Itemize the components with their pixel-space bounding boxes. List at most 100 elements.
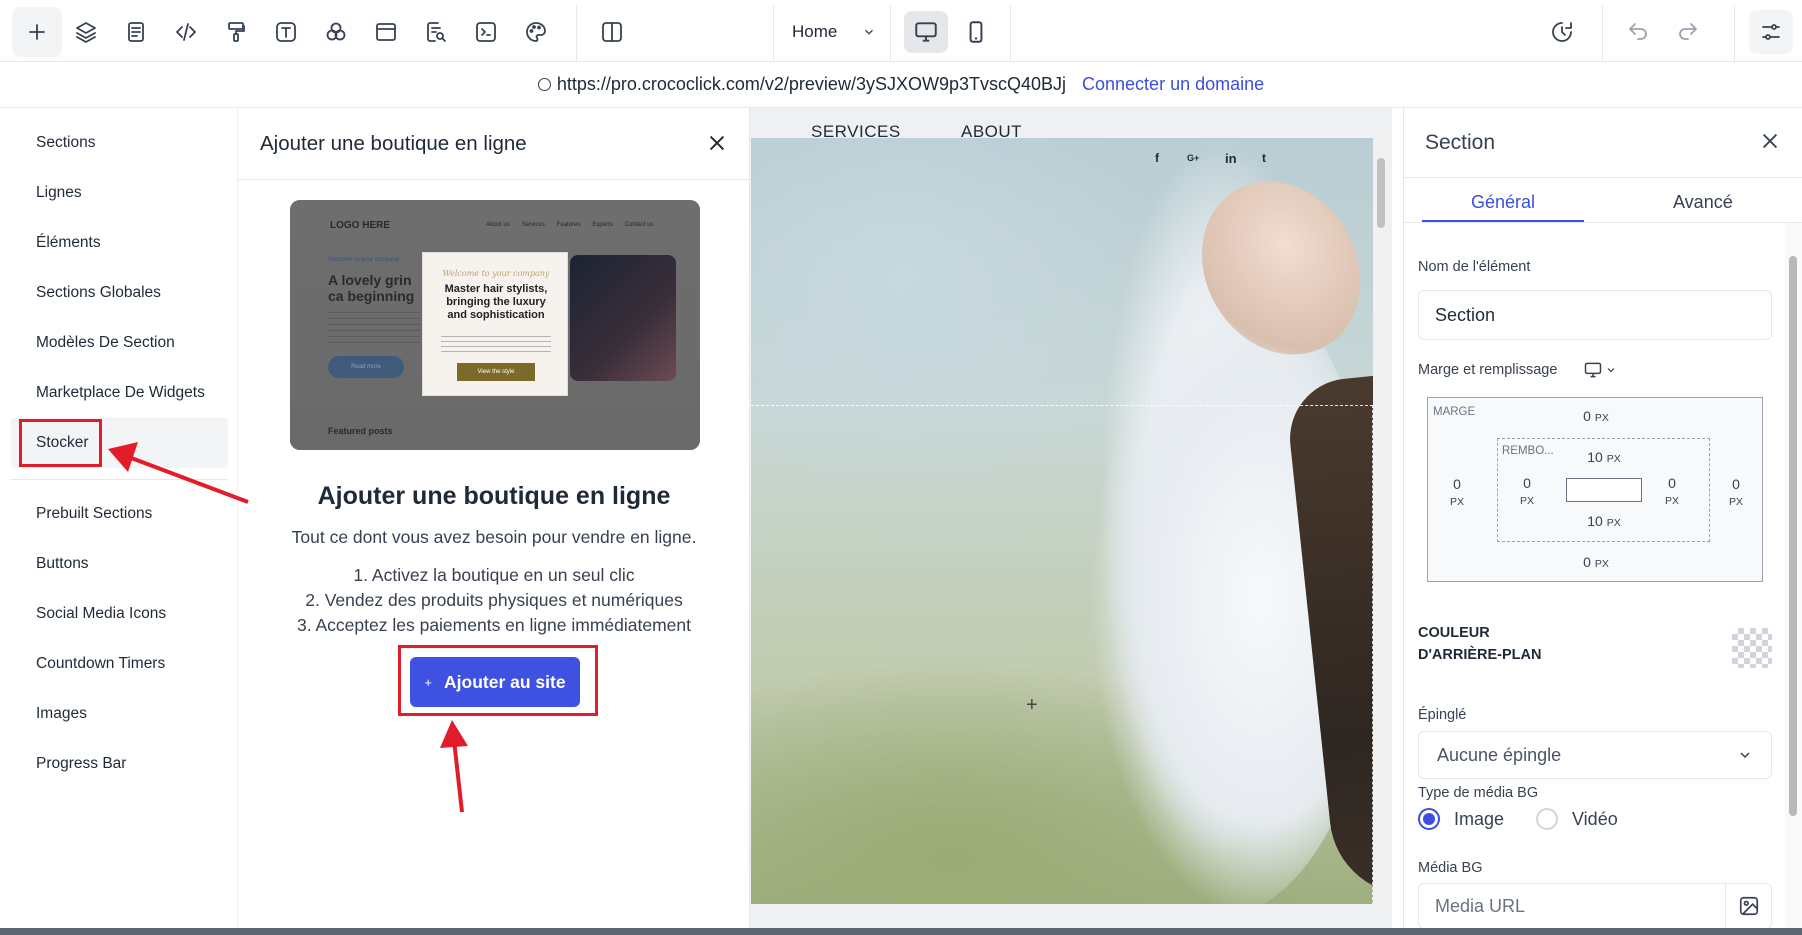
close-icon[interactable] xyxy=(706,132,728,154)
twitter-icon[interactable]: t xyxy=(1262,151,1266,165)
sidebar-item-progress-bar[interactable]: Progress Bar xyxy=(36,755,126,773)
pinned-select-value: Aucune épingle xyxy=(1437,744,1562,765)
panel-header: Ajouter une boutique en ligne xyxy=(238,108,750,180)
sidebar-item-rows[interactable]: Lignes xyxy=(36,184,82,202)
add-icon[interactable] xyxy=(12,7,62,57)
browser-icon[interactable] xyxy=(368,14,404,50)
toolbar-divider xyxy=(773,5,774,61)
preview-url[interactable]: https://pro.crococlick.com/v2/preview/3y… xyxy=(557,74,1066,95)
sidebar-item-social-media-icons[interactable]: Social Media Icons xyxy=(36,605,166,623)
margin-bottom-value[interactable]: 0 PX xyxy=(1566,554,1626,570)
pinned-select[interactable]: Aucune épingle xyxy=(1418,731,1772,779)
settings-header: Section xyxy=(1404,108,1802,178)
padding-left-value[interactable]: 0 PX xyxy=(1512,475,1542,509)
palette-icon[interactable] xyxy=(518,14,554,50)
media-type-image-radio[interactable]: Image xyxy=(1418,808,1504,830)
crosshair-cursor-icon: + xyxy=(1026,694,1038,716)
settings-sliders-icon[interactable] xyxy=(1749,10,1793,54)
sidebar-item-buttons[interactable]: Buttons xyxy=(36,555,89,573)
close-icon[interactable] xyxy=(1759,130,1781,152)
paint-roller-icon[interactable] xyxy=(218,14,254,50)
sidebar-item-elements[interactable]: Éléments xyxy=(36,234,101,252)
split-view-icon[interactable] xyxy=(594,14,630,50)
google-plus-icon[interactable]: G+ xyxy=(1187,153,1199,163)
pinned-label: Épinglé xyxy=(1418,707,1467,723)
tab-general[interactable]: Général xyxy=(1471,192,1535,213)
text-icon[interactable] xyxy=(268,14,304,50)
padding-bottom-value[interactable]: 10 PX xyxy=(1574,513,1634,529)
facebook-icon[interactable]: f xyxy=(1155,151,1159,165)
editor-canvas[interactable]: SERVICES ABOUT f G+ in t + xyxy=(750,108,1392,928)
sidebar-item-prebuilt-sections[interactable]: Prebuilt Sections xyxy=(36,505,152,523)
margin-top-value[interactable]: 0 PX xyxy=(1566,408,1626,424)
sidebar-item-section-templates[interactable]: Modèles De Section xyxy=(36,334,175,352)
annotation-box-store xyxy=(19,419,102,467)
annotation-box-add-button xyxy=(398,645,598,716)
status-circle-icon xyxy=(537,78,551,91)
search-doc-icon[interactable] xyxy=(418,14,454,50)
preview-read-more: Read more xyxy=(328,356,404,378)
canvas-scrollbar-thumb[interactable] xyxy=(1377,158,1385,228)
chevron-down-icon xyxy=(1607,368,1615,373)
sidebar-item-global-sections[interactable]: Sections Globales xyxy=(36,284,161,302)
spacing-box-model: MARGE 0 PX 0 PX 0 PX 0 PX REMBO... 10 PX 1… xyxy=(1427,397,1763,582)
margin-left-value[interactable]: 0 PX xyxy=(1442,476,1472,510)
preview-body-lines xyxy=(328,312,420,346)
canvas-scrollbar[interactable] xyxy=(1373,128,1389,908)
page-select[interactable]: Home xyxy=(778,16,890,48)
connect-domain-link[interactable]: Connecter un domaine xyxy=(1082,74,1264,95)
preview-photo xyxy=(570,255,676,381)
sidebar-item-images[interactable]: Images xyxy=(36,705,87,723)
store-preview-image: LOGO HERE About us Services Features Exp… xyxy=(290,200,700,450)
element-name-label: Nom de l'élément xyxy=(1418,259,1531,275)
media-url-input[interactable]: Media URL xyxy=(1418,883,1772,929)
sidebar-item-widget-marketplace[interactable]: Marketplace De Widgets xyxy=(36,384,205,402)
store-step: 1. Activez la boutique en un seul clic xyxy=(353,565,635,585)
preview-headline: A lovely grin ca beginning xyxy=(328,272,415,304)
preview-popup-body xyxy=(441,336,551,352)
layers-icon[interactable] xyxy=(68,14,104,50)
undo-icon[interactable] xyxy=(1620,14,1656,50)
taskbar-strip xyxy=(0,928,1802,935)
padding-top-value[interactable]: 10 PX xyxy=(1574,449,1634,465)
device-spacing-toggle[interactable] xyxy=(1583,360,1617,380)
mobile-view-button[interactable] xyxy=(954,11,998,53)
redo-icon[interactable] xyxy=(1670,14,1706,50)
mobile-icon xyxy=(969,21,983,43)
padding-label: REMBO... xyxy=(1502,445,1554,457)
padding-right-value[interactable]: 0 PX xyxy=(1657,475,1687,509)
page-icon[interactable] xyxy=(118,14,154,50)
preview-nav-item: Features xyxy=(556,222,581,228)
site-nav-about[interactable]: ABOUT xyxy=(961,122,1022,142)
site-nav-services[interactable]: SERVICES xyxy=(811,122,901,142)
preview-popup-button: View the style xyxy=(457,363,535,381)
preview-popup-headline: Master hair stylists, bringing the luxur… xyxy=(444,283,548,321)
preview-nav: About us Services Features Experts Conta… xyxy=(486,222,653,228)
margin-right-value[interactable]: 0 PX xyxy=(1721,476,1751,510)
hero-section-background[interactable] xyxy=(751,138,1373,904)
element-name-input[interactable]: Section xyxy=(1418,290,1772,340)
media-picker-button[interactable] xyxy=(1725,884,1771,928)
media-type-video-radio[interactable]: Vidéo xyxy=(1536,808,1618,830)
linkedin-icon[interactable]: in xyxy=(1225,151,1237,166)
padding-box: REMBO... 10 PX 10 PX 0 PX 0 PX xyxy=(1497,438,1710,542)
desktop-view-button[interactable] xyxy=(904,11,948,53)
tab-advanced[interactable]: Avancé xyxy=(1673,192,1733,213)
chevron-down-icon xyxy=(1740,752,1750,759)
store-step: 3. Acceptez les paiements en ligne imméd… xyxy=(297,615,691,635)
settings-title: Section xyxy=(1425,131,1496,154)
toolbar-divider xyxy=(1734,5,1735,61)
preview-featured: Featured posts xyxy=(328,426,393,436)
settings-scrollbar-thumb[interactable] xyxy=(1789,256,1797,816)
sidebar-item-sections[interactable]: Sections xyxy=(36,134,95,152)
code-icon[interactable] xyxy=(168,14,204,50)
shapes-icon[interactable] xyxy=(318,14,354,50)
media-label: Média BG xyxy=(1418,860,1483,876)
terminal-icon[interactable] xyxy=(468,14,504,50)
sidebar-item-countdown-timers[interactable]: Countdown Timers xyxy=(36,655,165,673)
preview-popup: Welcome to your company Master hair styl… xyxy=(422,252,568,396)
section-boundary xyxy=(751,405,1373,406)
history-icon[interactable] xyxy=(1544,14,1580,50)
preview-popup-kicker: Welcome to your company xyxy=(442,269,550,278)
background-color-swatch[interactable] xyxy=(1732,628,1772,668)
